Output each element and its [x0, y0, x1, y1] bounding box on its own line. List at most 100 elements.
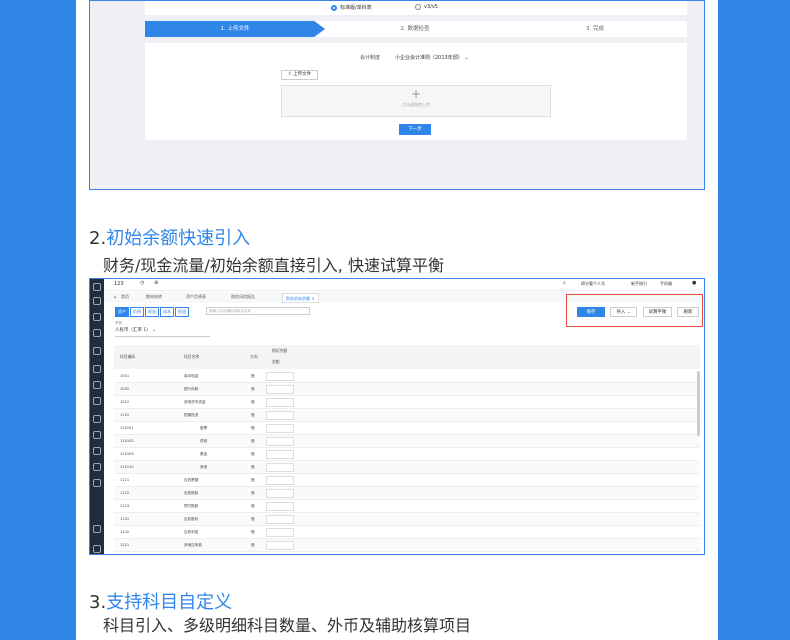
- document-icon[interactable]: [93, 313, 101, 321]
- balance-input[interactable]: [266, 398, 294, 407]
- chat-icon[interactable]: [93, 479, 101, 487]
- row-code: 1122: [120, 491, 130, 495]
- currency-select[interactable]: 币别 人民币（汇率 1） ⌄: [115, 321, 210, 337]
- bank-icon[interactable]: [93, 431, 101, 439]
- tab-opening-balance[interactable]: 财务初始余额 ×: [282, 293, 319, 303]
- chevron-down-icon: ⌄: [464, 55, 469, 61]
- row-code: 1012: [120, 400, 130, 404]
- filter-assets[interactable]: 资产: [115, 307, 129, 317]
- row-name: 应收账款: [184, 491, 199, 495]
- refresh-button[interactable]: 刷新: [677, 307, 699, 317]
- col-amount: 金额: [272, 359, 280, 364]
- balance-input[interactable]: [266, 541, 294, 550]
- row-name: 其他应收款: [184, 543, 202, 547]
- upload-form: 会计制度 小企业会计准则（2013年颁） ⌄ ⇪ 上传文件 + 点击或拖拽上传 …: [145, 43, 687, 140]
- table-row: 1012 其他货币资金 借: [114, 396, 700, 409]
- balance-input[interactable]: [266, 372, 294, 381]
- row-name: 其他货币资金: [184, 400, 206, 404]
- row-name: 应收票据: [184, 478, 199, 482]
- chevron-down-icon: ⌄: [152, 328, 157, 333]
- layers-icon[interactable]: [93, 447, 101, 455]
- row-code: 110102: [120, 439, 134, 443]
- balance-input[interactable]: [266, 515, 294, 524]
- balance-input[interactable]: [266, 450, 294, 459]
- personal-account-link[interactable]: 缔分看个人号: [581, 281, 605, 287]
- row-direction: 借: [251, 543, 255, 547]
- company-name[interactable]: 123: [114, 281, 124, 287]
- save-button[interactable]: 保存: [577, 307, 605, 317]
- table-row: 1122 应收账款 借: [114, 487, 700, 500]
- filter-equity[interactable]: 权益: [145, 307, 159, 317]
- trial-balance-button[interactable]: 试算平衡: [643, 307, 672, 317]
- row-code: 1101: [120, 413, 130, 417]
- tab-period-end[interactable]: 期末结转: [146, 294, 162, 300]
- close-icon[interactable]: ×: [311, 296, 314, 301]
- bag-icon[interactable]: [93, 329, 101, 337]
- row-name: 银行存款: [184, 387, 199, 391]
- box-icon[interactable]: [93, 415, 101, 423]
- row-code: 1121: [120, 478, 130, 482]
- monitor-icon[interactable]: [93, 397, 101, 405]
- next-button[interactable]: 下一步: [399, 124, 431, 135]
- table-row: 1121 应收票据 借: [114, 474, 700, 487]
- import-button[interactable]: 导入 ⌄: [610, 307, 637, 317]
- add-icon[interactable]: ⊕: [154, 280, 158, 286]
- search-input[interactable]: 请输入科目编码或科目名称: [206, 307, 310, 315]
- balance-input[interactable]: [266, 385, 294, 394]
- radio-standard[interactable]: 标准版/单科表: [331, 4, 372, 11]
- balance-input[interactable]: [266, 424, 294, 433]
- balance-input[interactable]: [266, 502, 294, 511]
- balance-input[interactable]: [266, 528, 294, 537]
- mobile-link[interactable]: 手机端: [660, 281, 672, 287]
- col-name: 科目名称: [184, 354, 200, 359]
- settings-icon[interactable]: [93, 365, 101, 373]
- radio-v3v5[interactable]: v3/v5: [415, 4, 438, 10]
- filter-liabilities[interactable]: 负债: [130, 307, 144, 317]
- tab-tax-risk[interactable]: 税务风险报告: [231, 294, 255, 300]
- row-direction: 借: [251, 478, 255, 482]
- cart-icon[interactable]: [93, 297, 101, 305]
- balance-input[interactable]: [266, 489, 294, 498]
- tab-home[interactable]: 首页: [121, 294, 129, 300]
- avatar[interactable]: ●: [692, 280, 696, 286]
- tab-balance-sheet[interactable]: 资产负债表: [186, 294, 206, 300]
- guide-link[interactable]: 新手指引: [631, 281, 647, 287]
- row-direction: 借: [251, 452, 255, 456]
- row-name: 短期投资: [184, 413, 199, 417]
- row-code: 110103: [120, 452, 134, 456]
- table-row: 1002 银行存款 借: [114, 383, 700, 396]
- scrollbar[interactable]: [697, 371, 700, 436]
- row-code: 1001: [120, 374, 130, 378]
- balance-input[interactable]: [266, 411, 294, 420]
- currency-value: 人民币（汇率 1）: [115, 328, 151, 333]
- balance-input[interactable]: [266, 437, 294, 446]
- row-name: 库存现金: [184, 374, 199, 378]
- filter-profit-loss[interactable]: 损益: [175, 307, 189, 317]
- opening-balance-screenshot: 123 ◷ ⊕ ⌕ 缔分看个人号 新手指引 手机端 ● ⌂ 首页 期末结转 资产…: [89, 278, 705, 555]
- row-direction: 借: [251, 517, 255, 521]
- search-icon[interactable]: ⌕: [563, 280, 566, 286]
- circle-icon[interactable]: [93, 381, 101, 389]
- clock-icon[interactable]: ◷: [140, 280, 144, 286]
- filter-cost[interactable]: 成本: [160, 307, 174, 317]
- col-code: 科目编码: [120, 354, 136, 359]
- balance-input[interactable]: [266, 463, 294, 472]
- star-icon[interactable]: [93, 525, 101, 533]
- menu-icon[interactable]: [93, 545, 101, 553]
- step-upload: 1. 上传文件: [145, 21, 325, 37]
- row-code: 110101: [120, 426, 134, 430]
- upload-file-button[interactable]: ⇪ 上传文件: [281, 70, 318, 80]
- row-code: 1132: [120, 530, 130, 534]
- highlight-box: 保存 导入 ⌄ 试算平衡 刷新: [566, 294, 703, 327]
- gear-icon[interactable]: [93, 463, 101, 471]
- home-icon[interactable]: [93, 347, 101, 355]
- app-logo-icon[interactable]: [93, 283, 101, 291]
- section-3-heading: 3.支持科目自定义: [89, 592, 233, 613]
- drop-zone[interactable]: + 点击或拖拽上传: [281, 85, 551, 117]
- row-code: 1131: [120, 517, 130, 521]
- row-direction: 借: [251, 413, 255, 417]
- table-row: 1132 应收利息 借: [114, 526, 700, 539]
- row-name: 股票: [200, 426, 208, 430]
- balance-input[interactable]: [266, 476, 294, 485]
- accounting-select[interactable]: 小企业会计准则（2013年颁） ⌄: [395, 54, 469, 61]
